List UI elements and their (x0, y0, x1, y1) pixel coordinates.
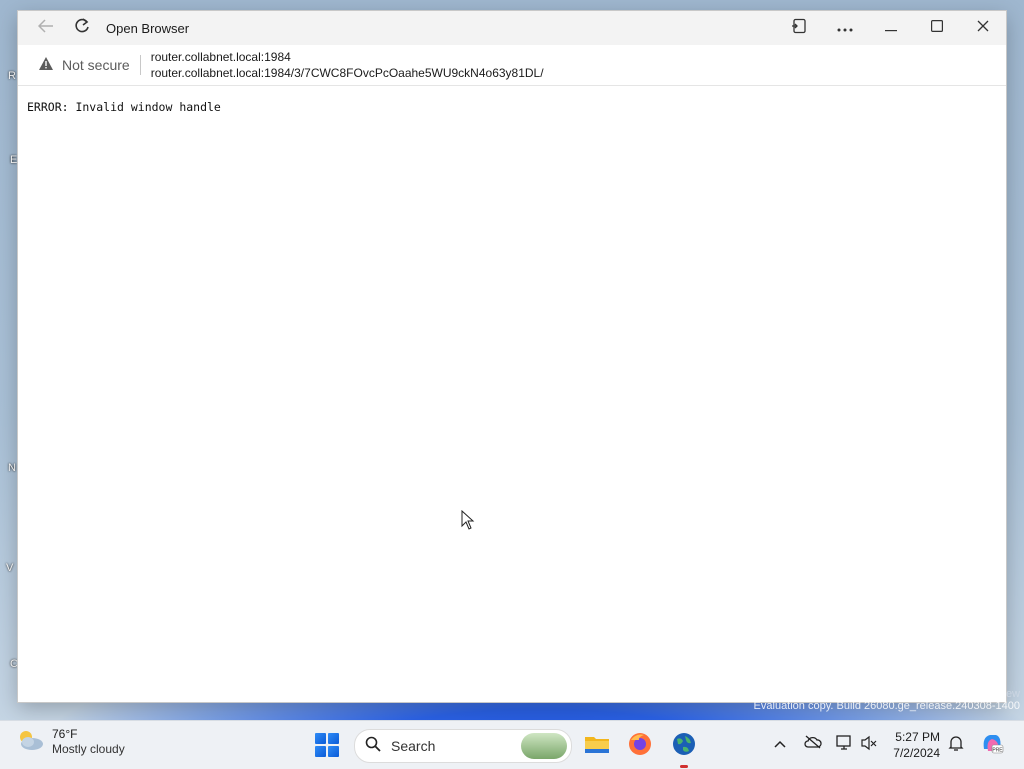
folder-icon (584, 737, 610, 761)
onedrive-button[interactable] (804, 735, 822, 752)
security-indicator[interactable]: Not secure (38, 56, 130, 74)
windows-logo-icon (315, 746, 326, 757)
watermark-fragment: ew (1005, 688, 1020, 700)
back-button[interactable] (28, 11, 64, 45)
error-message: ERROR: Invalid window handle (27, 100, 221, 114)
desktop-icon[interactable]: V (0, 540, 18, 580)
desktop-icon[interactable]: N (0, 440, 18, 480)
clock[interactable]: 5:27 PM 7/2/2024 (888, 729, 940, 761)
url-full: router.collabnet.local:1984/3/7CWC8FOvcP… (150, 66, 544, 80)
browser-app-button[interactable] (671, 731, 697, 757)
search-label: Search (391, 738, 436, 754)
close-icon (977, 19, 989, 37)
watermark-text: Evaluation copy. Build 26080.ge_release.… (753, 700, 1020, 712)
close-button[interactable] (960, 11, 1006, 45)
evaluation-watermark: ew Evaluation copy. Build 26080.ge_relea… (753, 688, 1020, 712)
clock-time: 5:27 PM (895, 730, 940, 744)
firefox-icon (627, 733, 653, 761)
address-bar[interactable]: Not secure router.collabnet.local:1984 r… (18, 45, 1006, 86)
start-button[interactable] (315, 733, 339, 757)
cloud-icon (16, 729, 44, 756)
file-explorer-button[interactable] (584, 731, 610, 757)
cast-button[interactable] (776, 11, 822, 45)
windows-logo-icon (315, 733, 326, 744)
more-button[interactable] (822, 11, 868, 45)
refresh-icon (73, 17, 91, 40)
refresh-button[interactable] (64, 11, 100, 45)
weather-widget[interactable]: 76°F Mostly cloudy (16, 727, 125, 757)
svg-text:PRE: PRE (992, 748, 1003, 754)
cast-icon (791, 18, 807, 39)
cloud-offline-icon (804, 735, 822, 752)
clock-date: 7/2/2024 (893, 746, 940, 760)
copilot-button[interactable]: PRE (980, 731, 1004, 758)
title-bar: Open Browser (18, 11, 1006, 45)
notifications-button[interactable] (948, 735, 964, 755)
taskbar-search[interactable]: Search (354, 729, 572, 763)
firefox-button[interactable] (627, 731, 653, 757)
arrow-left-icon (37, 18, 54, 38)
url-origin: router.collabnet.local:1984 (150, 50, 291, 64)
chevron-up-icon (774, 735, 786, 751)
minimize-button[interactable] (868, 11, 914, 45)
bell-icon (948, 736, 964, 755)
sound-muted-icon (860, 735, 878, 754)
desktop-icon[interactable]: R (0, 48, 18, 88)
window-title: Open Browser (106, 20, 190, 36)
volume-button[interactable] (860, 735, 878, 754)
weather-temperature: 76°F (52, 727, 78, 741)
address-separator (139, 55, 141, 75)
desktop-icon[interactable]: C (0, 636, 18, 676)
warning-icon (38, 56, 62, 74)
search-highlight-image (521, 733, 567, 759)
minimize-icon (885, 19, 897, 37)
windows-logo-icon (328, 733, 339, 744)
network-button[interactable] (836, 735, 854, 754)
more-icon (837, 19, 853, 37)
browser-window: Open Browser Not secure router.collabnet… (18, 11, 1006, 702)
security-label: Not secure (62, 57, 130, 73)
maximize-button[interactable] (914, 11, 960, 45)
show-hidden-icons-button[interactable] (774, 735, 786, 751)
weather-description: Mostly cloudy (52, 742, 125, 756)
desktop-icon[interactable]: E (0, 140, 18, 180)
maximize-icon (931, 19, 944, 37)
network-icon (836, 735, 854, 754)
copilot-icon: PRE (980, 735, 1004, 758)
page-content: ERROR: Invalid window handle (18, 86, 1006, 128)
mouse-cursor-icon (461, 509, 475, 535)
search-icon (365, 736, 381, 757)
windows-logo-icon (328, 746, 339, 757)
url-display[interactable]: router.collabnet.local:1984 router.colla… (151, 49, 544, 81)
taskbar: 76°F Mostly cloudy Search 5:27 PM 7/2/20… (0, 720, 1024, 769)
globe-icon (671, 733, 697, 761)
